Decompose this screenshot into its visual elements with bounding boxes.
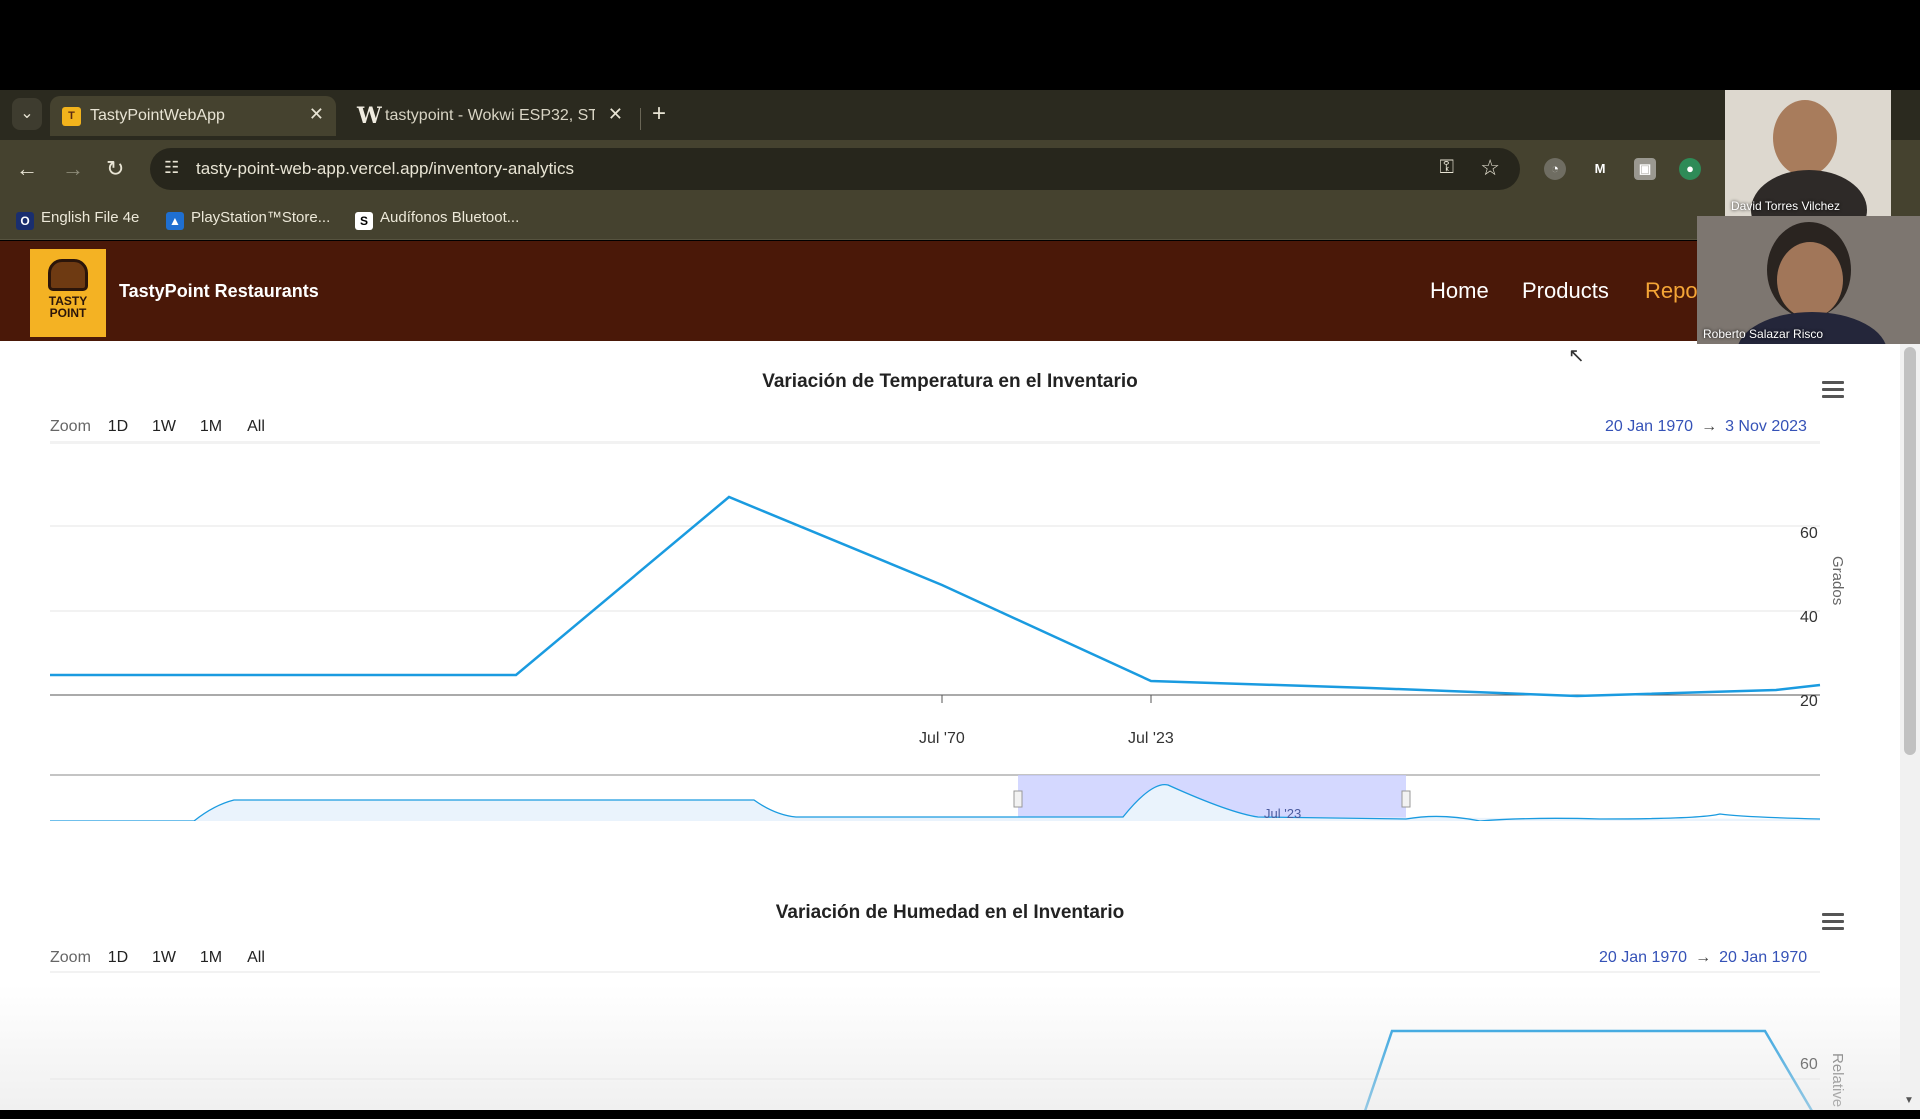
range-to-input[interactable]: 20 Jan 1970 — [1719, 949, 1807, 966]
app-header: TASTY POINT TastyPoint Restaurants Home … — [0, 241, 1920, 341]
nav-products[interactable]: Products — [1522, 278, 1609, 304]
site-info-icon[interactable]: ☷ — [164, 158, 179, 178]
scrollbar-thumb[interactable] — [1904, 347, 1916, 755]
navigator[interactable] — [50, 774, 1821, 821]
page-scrollbar[interactable]: ▼ — [1900, 341, 1920, 1110]
zoom-1d-button[interactable]: 1D — [100, 944, 136, 972]
inventory-analytics-page: Variación de Temperatura en el Inventari… — [0, 341, 1920, 1110]
tab-divider — [640, 108, 641, 130]
back-icon[interactable]: ← — [16, 156, 38, 182]
range-from-input[interactable]: 20 Jan 1970 — [1605, 418, 1693, 435]
extension-box-icon[interactable]: ▣ — [1634, 158, 1656, 180]
y-tick-label: 60 — [1800, 1056, 1818, 1073]
tab-wokwi[interactable]: W tastypoint - Wokwi ESP32, STM ✕ — [345, 96, 635, 136]
extension-green-icon[interactable]: ● — [1679, 158, 1701, 180]
brand-name[interactable]: TastyPoint Restaurants — [119, 281, 319, 302]
range-arrow-icon: → — [1701, 418, 1718, 435]
zoom-all-button[interactable]: All — [238, 944, 274, 972]
temperature-chart-title: Variación de Temperatura en el Inventari… — [762, 371, 1138, 392]
zoom-label: Zoom — [50, 418, 91, 435]
bookmark-english-file[interactable]: O English File 4e — [16, 209, 139, 230]
mouse-cursor-icon: ↖ — [1568, 345, 1585, 367]
zoom-all-button[interactable]: All — [238, 413, 274, 441]
english-file-icon: O — [16, 212, 34, 230]
forward-icon[interactable]: → — [62, 156, 84, 182]
nav-home[interactable]: Home — [1430, 278, 1489, 304]
address-bar[interactable]: ☷ tasty-point-web-app.vercel.app/invento… — [150, 148, 1520, 190]
bookmark-audifonos[interactable]: S Audífonos Bluetoot... — [355, 209, 519, 230]
video-tile-david[interactable]: David Torres Vilchez — [1725, 90, 1891, 216]
y-axis-title: Relative — [1829, 1053, 1846, 1108]
new-tab-icon[interactable]: + — [652, 100, 666, 128]
x-tick-label: Jul '70 — [919, 730, 965, 747]
tastypoint-favicon-icon: T — [62, 107, 81, 126]
date-range: 20 Jan 1970 → 20 Jan 1970 — [1599, 949, 1815, 967]
y-tick-label: 20 — [1800, 693, 1818, 710]
participant-face — [1777, 242, 1843, 318]
zoom-1m-button[interactable]: 1M — [193, 944, 229, 972]
tastypoint-logo[interactable]: TASTY POINT — [30, 249, 106, 337]
bookmark-label: English File 4e — [41, 209, 140, 226]
zoom-1d-button[interactable]: 1D — [100, 413, 136, 441]
store-s-icon: S — [355, 212, 373, 230]
extension-gauge-icon[interactable]: ◔ — [1544, 158, 1566, 180]
tab-title: TastyPointWebApp — [90, 107, 225, 124]
ps-store-icon: ▲ — [166, 212, 184, 230]
zoom-label: Zoom — [50, 949, 91, 966]
participant-name: David Torres Vilchez — [1731, 199, 1840, 213]
chart-menu-icon[interactable] — [1822, 381, 1844, 399]
temperature-series-line[interactable] — [50, 495, 1821, 698]
browser-toolbar: ← → ↻ ☷ tasty-point-web-app.vercel.app/i… — [0, 140, 1920, 200]
y-tick-label: 40 — [1800, 609, 1818, 626]
range-to-input[interactable]: 3 Nov 2023 — [1725, 418, 1807, 435]
navigator-tick-label: Jul '23 — [1264, 806, 1302, 821]
video-tile-roberto[interactable]: Roberto Salazar Risco — [1697, 216, 1920, 344]
chart-menu-icon[interactable] — [1822, 913, 1844, 931]
navigator-series-area — [50, 784, 1820, 821]
humidity-chart-title: Variación de Humedad en el Inventario — [775, 902, 1125, 923]
zoom-1w-button[interactable]: 1W — [146, 413, 182, 441]
participant-name: Roberto Salazar Risco — [1703, 327, 1824, 341]
tab-tastypoint[interactable]: T TastyPointWebApp ✕ — [50, 96, 336, 136]
temperature-chart-plot[interactable] — [0, 441, 1900, 821]
gridlines — [50, 441, 1820, 703]
x-tick-label: Jul '23 — [1128, 730, 1174, 747]
navigator-right-handle[interactable] — [1401, 790, 1411, 808]
range-from-input[interactable]: 20 Jan 1970 — [1599, 949, 1687, 966]
zoom-1m-button[interactable]: 1M — [193, 413, 229, 441]
participant-face — [1773, 100, 1837, 176]
extension-m-icon[interactable]: M — [1589, 158, 1611, 180]
url-text[interactable]: tasty-point-web-app.vercel.app/inventory… — [196, 159, 574, 179]
bookmark-label: PlayStation™Store... — [191, 209, 331, 226]
bookmark-star-icon[interactable]: ☆ — [1480, 155, 1500, 181]
tab-title: tastypoint - Wokwi ESP32, STM — [385, 107, 595, 124]
humidity-chart-plot[interactable] — [0, 971, 1900, 1110]
y-tick-label: 60 — [1800, 525, 1818, 542]
nav-reports[interactable]: Repo — [1645, 278, 1698, 304]
burger-icon — [48, 259, 88, 291]
date-range: 20 Jan 1970 → 3 Nov 2023 — [1605, 418, 1815, 436]
range-arrow-icon: → — [1695, 949, 1712, 966]
bookmark-label: Audífonos Bluetoot... — [380, 209, 520, 226]
close-tab-icon[interactable]: ✕ — [309, 104, 324, 125]
scroll-down-arrow-icon[interactable]: ▼ — [1904, 1095, 1914, 1106]
bookmarks-bar: O English File 4e ▲ PlayStation™Store... S… — [0, 200, 1920, 240]
humidity-series-line[interactable] — [1364, 1029, 1813, 1110]
reload-icon[interactable]: ↻ — [106, 156, 124, 182]
wokwi-favicon-icon: W — [357, 103, 382, 129]
y-axis-title: Grados — [1829, 556, 1846, 606]
tab-search-dropdown-icon[interactable]: ⌄ — [12, 98, 42, 130]
browser-tab-strip: ⌄ T TastyPointWebApp ✕ W tastypoint - Wo… — [0, 90, 1920, 140]
zoom-1w-button[interactable]: 1W — [146, 944, 182, 972]
password-key-icon[interactable]: ⚿ — [1440, 157, 1454, 179]
close-tab-icon[interactable]: ✕ — [608, 104, 623, 125]
navigator-left-handle[interactable] — [1013, 790, 1023, 808]
logo-text: TASTY POINT — [48, 294, 88, 320]
bookmark-playstation-store[interactable]: ▲ PlayStation™Store... — [166, 209, 330, 230]
